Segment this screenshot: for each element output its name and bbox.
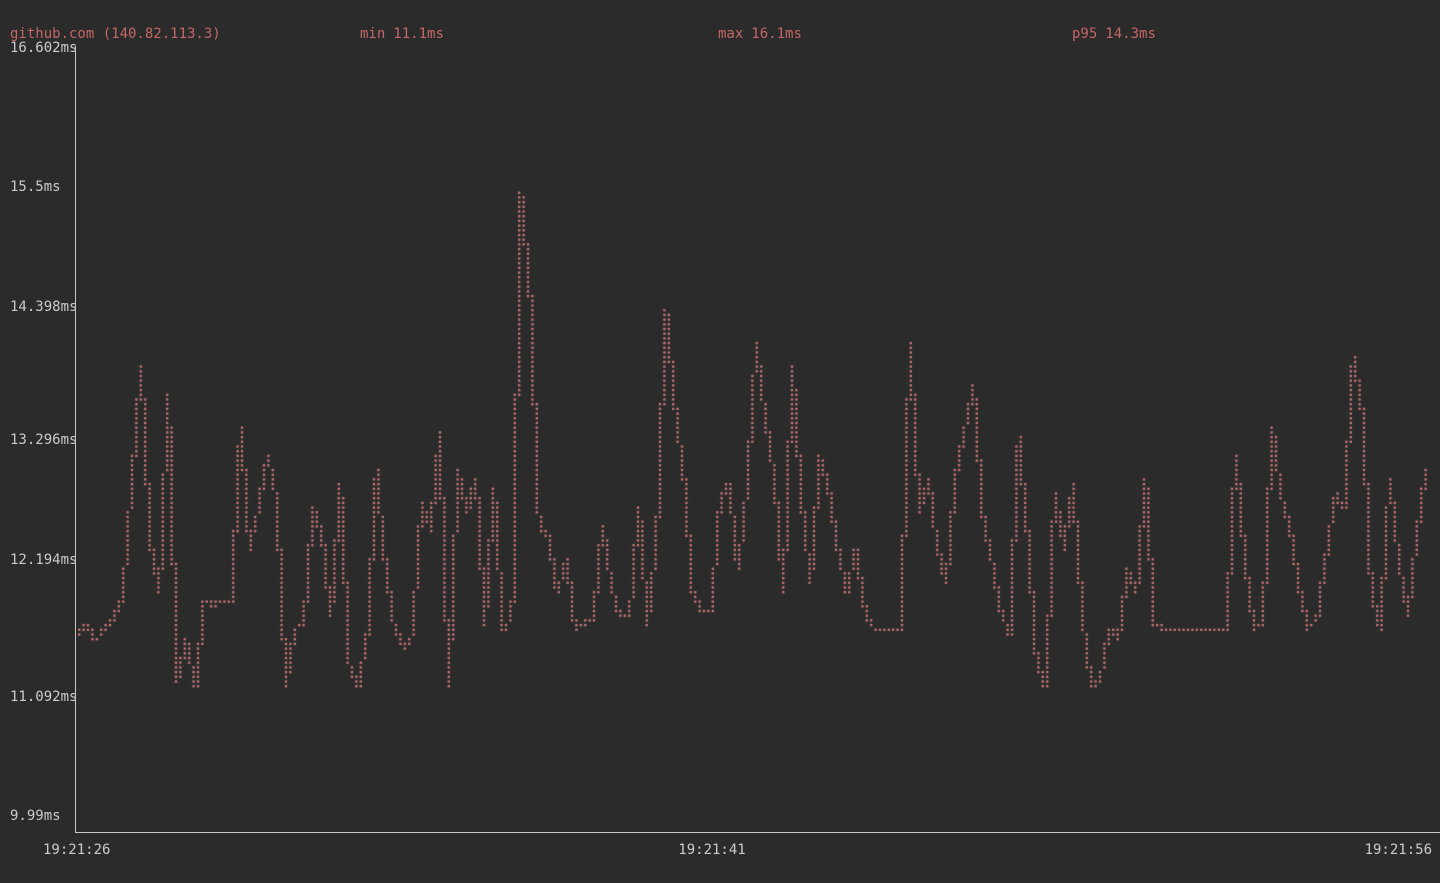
- y-axis-line: [75, 46, 76, 832]
- stat-p95-value: 14.3ms: [1105, 26, 1156, 42]
- stat-p95-label: p95: [1072, 26, 1097, 42]
- x-tick-label: 19:21:41: [678, 842, 745, 858]
- stat-min-label: min: [360, 26, 385, 42]
- stat-max-label: max: [718, 26, 743, 42]
- x-axis-line: [75, 832, 1440, 833]
- y-tick-label: 16.602ms: [10, 40, 77, 56]
- stat-min-value: 11.1ms: [393, 26, 444, 42]
- x-tick-label: 19:21:56: [1365, 842, 1432, 858]
- y-tick-label: 12.194ms: [10, 552, 77, 568]
- latency-graph-canvas: [0, 0, 1440, 883]
- y-tick-label: 9.99ms: [10, 808, 61, 824]
- stat-min: min 11.1ms: [360, 26, 444, 42]
- stat-p95: p95 14.3ms: [1072, 26, 1156, 42]
- y-tick-label: 15.5ms: [10, 179, 61, 195]
- y-tick-label: 14.398ms: [10, 299, 77, 315]
- y-tick-label: 11.092ms: [10, 689, 77, 705]
- stat-max: max 16.1ms: [718, 26, 802, 42]
- gping-terminal-window: github.com (140.82.113.3) min11.1ms max1…: [0, 0, 1440, 883]
- stat-max-value: 16.1ms: [751, 26, 802, 42]
- x-tick-label: 19:21:26: [43, 842, 110, 858]
- y-tick-label: 13.296ms: [10, 432, 77, 448]
